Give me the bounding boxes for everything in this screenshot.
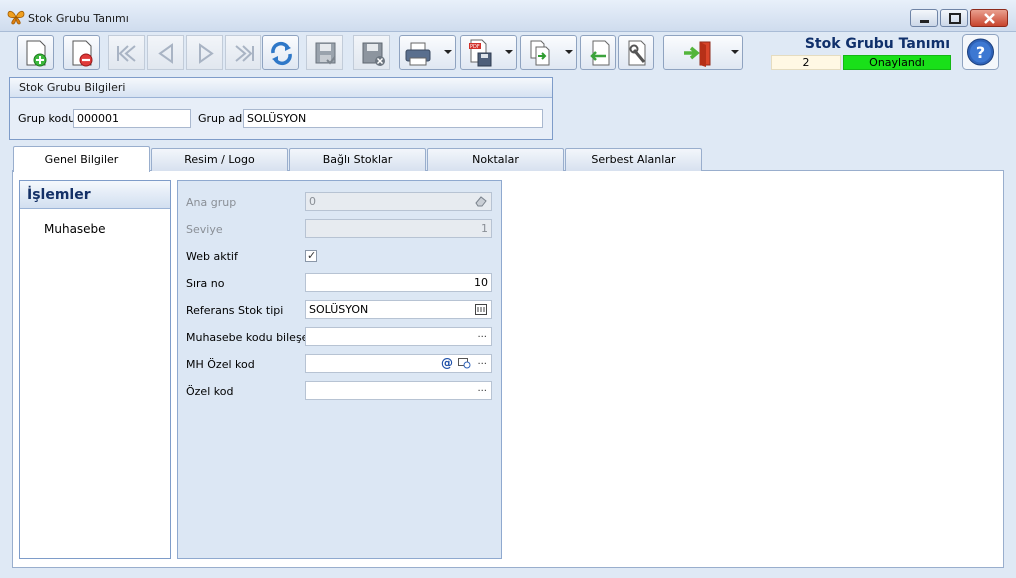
tab-serbest-alanlar[interactable]: Serbest Alanlar: [565, 148, 702, 171]
minimize-button[interactable]: [910, 9, 938, 27]
chevron-down-icon: [505, 50, 513, 54]
seviye-field: 1: [305, 219, 492, 238]
ana-grup-value: 0: [309, 195, 316, 208]
muhasebe-kodu-field[interactable]: ···: [305, 327, 492, 346]
refresh-icon: [271, 41, 292, 66]
tab-bagli-stoklar[interactable]: Bağlı Stoklar: [289, 148, 426, 171]
exit-door-icon: [684, 41, 711, 67]
mh-ozel-kod-label: MH Özel kod: [186, 358, 255, 371]
ana-grup-label: Ana grup: [186, 196, 237, 209]
group-name-label: Grup adı: [198, 112, 246, 125]
close-icon: [984, 13, 995, 24]
delete-button[interactable]: [63, 35, 100, 70]
form-title: Stok Grubu Tanımı: [804, 36, 950, 52]
referans-stok-tipi-field[interactable]: SOLÜSYON: [305, 300, 492, 319]
sira-no-label: Sıra no: [186, 277, 225, 290]
copy-button[interactable]: [520, 35, 577, 70]
group-code-field[interactable]: 000001: [73, 109, 191, 128]
view-icon[interactable]: [458, 358, 471, 369]
printer-icon: [405, 42, 431, 66]
list-picker-icon: [475, 304, 487, 315]
settings-button[interactable]: [618, 35, 654, 70]
previous-record-button[interactable]: [147, 35, 184, 70]
referans-stok-tipi-value: SOLÜSYON: [309, 303, 369, 316]
maximize-icon: [949, 13, 961, 24]
new-document-icon: [26, 40, 47, 67]
at-icon[interactable]: @: [441, 355, 453, 372]
butterfly-icon: [7, 10, 25, 25]
save-cancel-icon: [362, 42, 385, 66]
minimize-icon: [920, 20, 929, 23]
record-number: 2: [771, 55, 841, 70]
tab-genel-bilgiler[interactable]: Genel Bilgiler: [13, 146, 150, 172]
tab-noktalar[interactable]: Noktalar: [427, 148, 564, 171]
mh-ozel-kod-field[interactable]: @ ···: [305, 354, 492, 373]
operations-title: İşlemler: [20, 181, 170, 209]
wrench-document-icon: [628, 40, 646, 66]
seviye-label: Seviye: [186, 223, 223, 236]
ellipsis-icon[interactable]: ···: [477, 329, 487, 346]
refresh-button[interactable]: [262, 35, 299, 70]
return-button[interactable]: [580, 35, 616, 70]
exit-button[interactable]: [663, 35, 743, 70]
chevron-down-icon: [565, 50, 573, 54]
pdf-export-button[interactable]: PDF: [460, 35, 517, 70]
last-icon: [235, 45, 254, 62]
status-badge: Onaylandı: [843, 55, 951, 70]
web-aktif-checkbox[interactable]: ✓: [305, 249, 317, 262]
save-button[interactable]: [306, 35, 343, 70]
svg-text:PDF: PDF: [470, 44, 480, 50]
pdf-save-icon: PDF: [469, 39, 492, 67]
chevron-down-icon: [731, 50, 739, 54]
copy-documents-icon: [530, 40, 550, 66]
help-button[interactable]: ?: [962, 34, 999, 70]
ana-grup-field: 0: [305, 192, 492, 211]
panel-title: Stok Grubu Bilgileri: [10, 78, 552, 98]
window-title: Stok Grubu Tanımı: [28, 12, 129, 25]
group-name-field[interactable]: SOLÜSYON: [243, 109, 543, 128]
sira-no-field[interactable]: 10: [305, 273, 492, 292]
next-record-button[interactable]: [186, 35, 223, 70]
print-button[interactable]: [399, 35, 456, 70]
next-icon: [199, 43, 214, 64]
ellipsis-icon[interactable]: ···: [477, 356, 487, 373]
save-close-button[interactable]: [353, 35, 390, 70]
check-icon: ✓: [307, 249, 317, 262]
close-button[interactable]: [970, 9, 1008, 27]
operations-panel: İşlemler Muhasebe: [19, 180, 171, 559]
return-document-icon: [590, 40, 610, 66]
title-bar: Stok Grubu Tanımı: [0, 0, 1016, 32]
chevron-down-icon: [444, 50, 452, 54]
muhasebe-kodu-label: Muhasebe kodu bileşeni: [186, 331, 319, 344]
ozel-kod-field[interactable]: ···: [305, 381, 492, 400]
operations-item-muhasebe[interactable]: Muhasebe: [44, 222, 106, 236]
new-record-button[interactable]: [17, 35, 54, 70]
first-record-button[interactable]: [108, 35, 145, 70]
delete-document-icon: [72, 40, 93, 67]
ellipsis-icon[interactable]: ···: [477, 383, 487, 400]
tab-resim-logo[interactable]: Resim / Logo: [151, 148, 288, 171]
previous-icon: [158, 43, 173, 64]
group-code-label: Grup kodu: [18, 112, 76, 125]
first-icon: [117, 45, 136, 62]
eraser-icon: [475, 196, 487, 207]
web-aktif-label: Web aktif: [186, 250, 238, 263]
svg-text:?: ?: [976, 43, 985, 62]
referans-stok-tipi-label: Referans Stok tipi: [186, 304, 284, 317]
maximize-button[interactable]: [940, 9, 968, 27]
save-disk-icon: [315, 42, 336, 65]
last-record-button[interactable]: [225, 35, 261, 70]
ozel-kod-label: Özel kod: [186, 385, 234, 398]
help-icon: ?: [962, 34, 999, 70]
